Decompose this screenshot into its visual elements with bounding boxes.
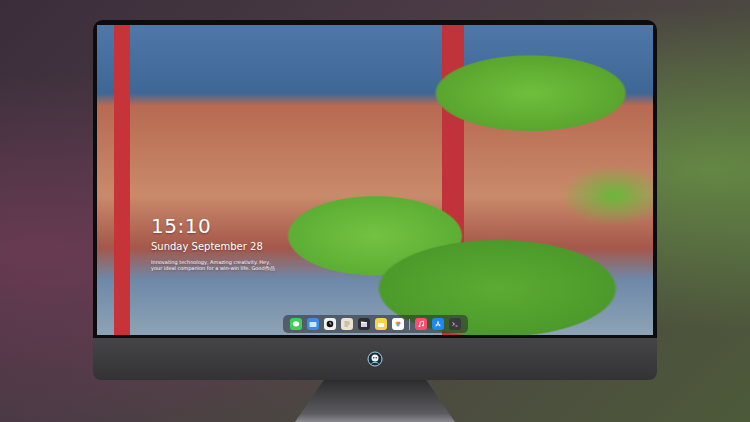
monitor: 15:10 Sunday September 28 Innovating techn… (93, 20, 657, 422)
memo-icon (377, 320, 385, 328)
dock-item[interactable] (290, 318, 302, 330)
lock-screen: 15:10 Sunday September 28 Innovating techn… (97, 25, 653, 335)
music-icon (417, 320, 425, 328)
dock-item[interactable] (324, 318, 336, 330)
monitor-bezel: 15:10 Sunday September 28 Innovating techn… (93, 20, 657, 338)
brand-logo-icon (367, 351, 383, 367)
folder-icon (309, 320, 317, 328)
notes-icon (343, 320, 351, 328)
dock-item[interactable] (449, 318, 461, 330)
monitor-stand (295, 380, 455, 422)
dock-item[interactable] (375, 318, 387, 330)
clock-date: Sunday September 28 (151, 240, 653, 254)
dock-item[interactable] (307, 318, 319, 330)
video-icon (360, 320, 368, 328)
clock-icon (326, 320, 334, 328)
clock-time: 15:10 (151, 214, 653, 238)
dock-item[interactable] (432, 318, 444, 330)
dock-item[interactable] (392, 318, 404, 330)
dock-item[interactable] (341, 318, 353, 330)
wallpaper-area (97, 25, 653, 214)
page: 15:10 Sunday September 28 Innovating techn… (0, 0, 750, 422)
dock-separator (409, 319, 410, 330)
terminal-icon (451, 320, 459, 328)
tagline-line: Innovating technology, Amazing creativit… (151, 259, 653, 265)
lock-info: 15:10 Sunday September 28 Innovating techn… (97, 214, 653, 271)
tagline: Innovating technology, Amazing creativit… (151, 259, 653, 271)
messages-icon (292, 320, 300, 328)
tagline-line: your ideal companion for a win-win life.… (151, 265, 653, 271)
store-icon (434, 320, 442, 328)
monitor-chin (93, 338, 657, 380)
dock (283, 315, 468, 333)
dock-item[interactable] (358, 318, 370, 330)
photos-icon (394, 320, 402, 328)
dock-item[interactable] (415, 318, 427, 330)
